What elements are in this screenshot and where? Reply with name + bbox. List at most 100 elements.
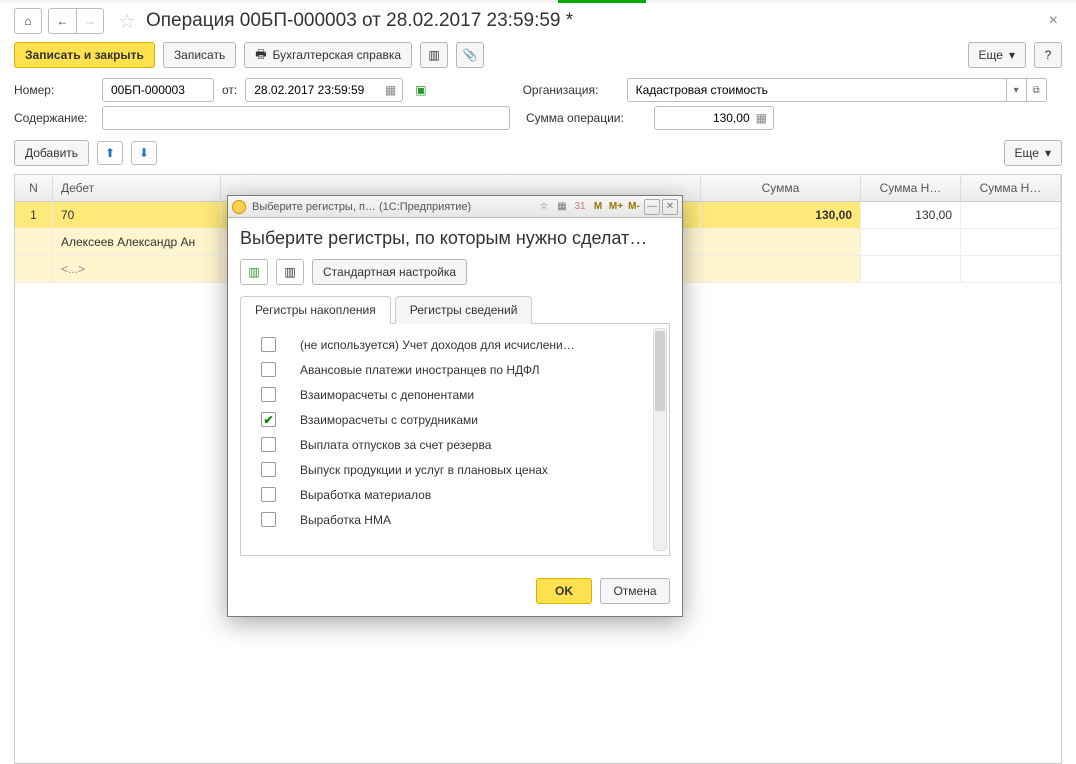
cell-sum[interactable]: 130,00 <box>701 202 861 229</box>
register-item[interactable]: Выпуск продукции и услуг в плановых цена… <box>245 457 665 482</box>
tb-close-icon[interactable]: ✕ <box>662 199 678 215</box>
home-button[interactable]: ⌂ <box>14 8 42 34</box>
cell-n[interactable] <box>15 229 53 256</box>
register-checkbox[interactable] <box>261 362 276 377</box>
app-logo-icon <box>232 200 246 214</box>
document-icon: ▥ <box>428 48 439 62</box>
cell-sum-n2[interactable] <box>961 229 1061 256</box>
cell-n[interactable]: 1 <box>15 202 53 229</box>
cell-n[interactable] <box>15 256 53 283</box>
dialog-heading: Выберите регистры, по которым нужно сдел… <box>240 228 670 249</box>
register-item[interactable]: Выплата отпусков за счет резерва <box>245 432 665 457</box>
register-label: Взаиморасчеты с депонентами <box>300 388 474 402</box>
register-checkbox[interactable] <box>261 387 276 402</box>
register-item[interactable]: Авансовые платежи иностранцев по НДФЛ <box>245 357 665 382</box>
cell-sum-n1[interactable] <box>861 256 961 283</box>
ok-button[interactable]: OK <box>536 578 592 604</box>
save-and-close-button[interactable]: Записать и закрыть <box>14 42 155 68</box>
forward-button[interactable]: → <box>76 8 104 34</box>
date-input[interactable] <box>252 82 381 98</box>
organization-open-button[interactable]: ⧉ <box>1027 78 1047 102</box>
register-label: Выплата отпусков за счет резерва <box>300 438 491 452</box>
col-n[interactable]: N <box>15 175 53 201</box>
table-more-button[interactable]: Еще ▾ <box>1004 140 1062 166</box>
chevron-down-icon: ▾ <box>1009 48 1015 62</box>
cell-debit[interactable]: 70 <box>53 202 221 229</box>
register-label: Взаиморасчеты с сотрудниками <box>300 413 478 427</box>
move-down-button[interactable]: ⬇ <box>131 141 157 165</box>
tb-mminus-icon[interactable]: M- <box>626 199 642 215</box>
cell-sum-n2[interactable] <box>961 256 1061 283</box>
col-sum-n1[interactable]: Сумма Н… <box>861 175 961 201</box>
number-label: Номер: <box>14 83 94 97</box>
register-checkbox[interactable] <box>261 462 276 477</box>
tab-accumulation-registers[interactable]: Регистры накопления <box>240 296 391 324</box>
calculator-icon[interactable]: ▦ <box>756 111 767 125</box>
register-item[interactable]: ✔ Взаиморасчеты с сотрудниками <box>245 407 665 432</box>
register-checkbox[interactable] <box>261 437 276 452</box>
register-label: Авансовые платежи иностранцев по НДФЛ <box>300 363 539 377</box>
cell-debit-sub[interactable]: <...> <box>53 256 221 283</box>
col-sum[interactable]: Сумма <box>701 175 861 201</box>
document-icon-button[interactable]: ▥ <box>420 42 448 68</box>
col-debit[interactable]: Дебет <box>53 175 221 201</box>
cell-sum[interactable] <box>701 256 861 283</box>
uncheck-all-button[interactable]: ▥ <box>276 259 304 285</box>
attachment-button[interactable]: 📎 <box>456 42 484 68</box>
add-row-button[interactable]: Добавить <box>14 140 89 166</box>
register-checkbox[interactable] <box>261 487 276 502</box>
content-label: Содержание: <box>14 111 94 125</box>
tb-minimize-icon[interactable]: — <box>644 199 660 215</box>
back-button[interactable]: ← <box>48 8 76 34</box>
operation-sum-input[interactable] <box>661 110 752 126</box>
register-item[interactable]: Выработка материалов <box>245 482 665 507</box>
organization-input[interactable] <box>634 82 1000 98</box>
checklist-green-icon: ▥ <box>248 265 259 279</box>
from-label: от: <box>222 83 237 97</box>
register-item[interactable]: Взаиморасчеты с депонентами <box>245 382 665 407</box>
tb-mplus-icon[interactable]: M+ <box>608 199 624 215</box>
accounting-reference-button[interactable]: 🖶 Бухгалтерская справка <box>244 42 412 68</box>
register-checkbox[interactable]: ✔ <box>261 412 276 427</box>
cancel-button[interactable]: Отмена <box>600 578 670 604</box>
close-icon[interactable]: × <box>1045 8 1062 34</box>
scroll-thumb[interactable] <box>655 331 665 411</box>
dialog-titlebar-text: Выберите регистры, п… (1С:Предприятие) <box>252 201 471 213</box>
move-up-button[interactable]: ⬆ <box>97 141 123 165</box>
tb-fav-icon[interactable]: ☆ <box>536 199 552 215</box>
cell-sum[interactable] <box>701 229 861 256</box>
cell-sum-n1[interactable] <box>861 229 961 256</box>
register-item[interactable]: Выработка НМА <box>245 507 665 532</box>
calendar-icon[interactable]: ▦ <box>385 83 396 97</box>
table-more-label: Еще <box>1015 146 1039 160</box>
check-all-button[interactable]: ▥ <box>240 259 268 285</box>
register-checkbox[interactable] <box>261 337 276 352</box>
arrow-up-icon: ⬆ <box>105 146 115 160</box>
home-icon: ⌂ <box>24 14 31 28</box>
more-label: Еще <box>979 48 1003 62</box>
paperclip-icon: 📎 <box>463 48 478 62</box>
col-sum-n2[interactable]: Сумма Н… <box>961 175 1061 201</box>
register-item[interactable]: (не используется) Учет доходов для исчис… <box>245 332 665 357</box>
cell-debit-sub[interactable]: Алексеев Александр Ан <box>53 229 221 256</box>
tab-info-registers[interactable]: Регистры сведений <box>395 296 533 324</box>
number-input[interactable] <box>109 82 207 98</box>
list-scrollbar[interactable] <box>653 328 667 551</box>
register-checkbox[interactable] <box>261 512 276 527</box>
more-button[interactable]: Еще ▾ <box>968 42 1026 68</box>
tb-m-icon[interactable]: M <box>590 199 606 215</box>
tb-calendar-icon[interactable]: 31 <box>572 199 588 215</box>
checklist-icon: ▥ <box>284 265 295 279</box>
content-input[interactable] <box>109 110 503 126</box>
organization-label: Организация: <box>523 83 619 97</box>
cell-sum-n1[interactable]: 130,00 <box>861 202 961 229</box>
save-button[interactable]: Записать <box>163 42 236 68</box>
arrow-down-icon: ⬇ <box>139 146 149 160</box>
organization-dropdown-button[interactable]: ▾ <box>1007 78 1027 102</box>
tb-calc-icon[interactable]: ▦ <box>554 199 570 215</box>
favorite-star-icon[interactable]: ☆ <box>118 9 136 34</box>
help-button[interactable]: ? <box>1034 42 1062 68</box>
cell-sum-n2[interactable] <box>961 202 1061 229</box>
standard-setup-button[interactable]: Стандартная настройка <box>312 259 467 285</box>
posted-flag-icon[interactable]: ▣ <box>415 83 426 97</box>
